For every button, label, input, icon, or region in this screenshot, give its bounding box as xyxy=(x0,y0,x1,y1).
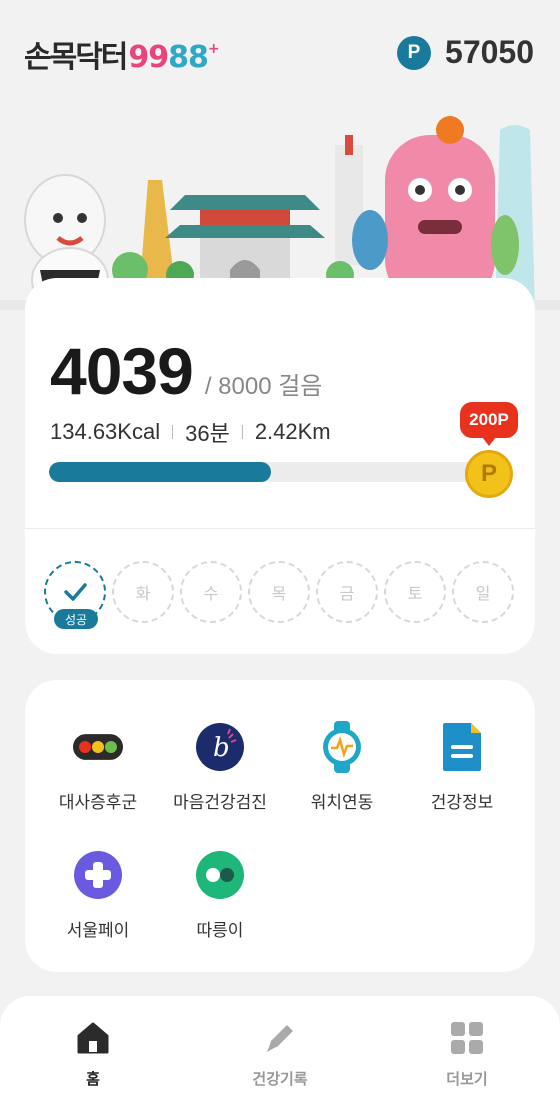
stat-separator xyxy=(172,425,174,439)
weekly-tracker: 성공 화 수 목 금 토 일 xyxy=(44,561,520,629)
day-saturday[interactable]: 토 xyxy=(384,561,446,623)
steps-card[interactable]: 4039 / 8000 걸음 134.63Kcal 36분 2.42Km 200… xyxy=(25,278,535,654)
grid-icon xyxy=(451,1022,483,1054)
step-progress-fill xyxy=(49,462,272,482)
menu-label: 대사증후군 xyxy=(58,793,138,813)
svg-text:b: b xyxy=(213,733,230,763)
logo-plus: + xyxy=(207,41,220,57)
orange-bird-mascot xyxy=(436,116,464,144)
menu-label: 워치연동 xyxy=(310,793,374,813)
pencil-icon xyxy=(267,1025,293,1052)
nav-records-label: 건강기록 xyxy=(252,1070,308,1088)
distance-value: 2.42Km xyxy=(254,419,331,444)
day-wednesday[interactable]: 수 xyxy=(180,561,242,623)
menu-watch-link[interactable]: 워치연동 xyxy=(282,721,402,813)
day-monday[interactable]: 성공 xyxy=(44,561,106,629)
green-dino-mascot xyxy=(491,215,519,275)
nav-home-label: 홈 xyxy=(86,1070,100,1088)
service-menu-card: 대사증후군 b 마음건강검진 워치연동 건강정보 서울페이 따릉이 xyxy=(25,680,535,972)
nav-more-label: 더보기 xyxy=(446,1070,488,1088)
palace-roof xyxy=(170,195,320,210)
points-icon: P xyxy=(397,35,432,70)
points-value: 57050 xyxy=(445,34,534,70)
menu-label: 서울페이 xyxy=(66,921,130,941)
watch-icon xyxy=(317,721,367,773)
nav-home[interactable]: 홈 xyxy=(33,1022,153,1089)
menu-mind-check[interactable]: b 마음건강검진 xyxy=(160,722,280,813)
step-goal: / 8000 걸음 xyxy=(204,373,323,400)
reward-bubble: 200P xyxy=(460,402,518,446)
step-count-row: 4039 / 8000 걸음 xyxy=(50,333,322,409)
menu-metabolic-syndrome[interactable]: 대사증후군 xyxy=(38,722,158,813)
day-tuesday[interactable]: 화 xyxy=(112,561,174,623)
check-icon xyxy=(64,583,87,601)
kcal-value: 134.63Kcal xyxy=(50,419,161,444)
logo-text: 손목닥터 xyxy=(24,40,128,75)
menu-label: 마음건강검진 xyxy=(173,793,267,813)
app-logo: 손목닥터 9988 + xyxy=(24,32,220,76)
day-friday[interactable]: 금 xyxy=(316,561,378,623)
menu-label: 따릉이 xyxy=(196,921,244,941)
nav-health-records[interactable]: 건강기록 xyxy=(220,1022,340,1089)
logo-number: 9988 xyxy=(128,40,208,75)
point-coin-button[interactable]: P xyxy=(465,450,513,498)
activity-stats: 134.63Kcal 36분 2.42Km xyxy=(50,416,331,448)
bike-icon xyxy=(195,850,245,900)
stat-separator xyxy=(241,425,243,439)
success-tag: 성공 xyxy=(54,609,98,629)
step-count: 4039 xyxy=(50,334,194,408)
card-divider xyxy=(25,528,535,529)
step-progress-bar xyxy=(49,462,489,482)
bottom-nav: 홈 건강기록 더보기 xyxy=(0,996,560,1094)
nav-more[interactable]: 더보기 xyxy=(407,1022,527,1089)
home-icon xyxy=(77,1022,109,1054)
menu-health-info[interactable]: 건강정보 xyxy=(402,722,522,813)
traffic-light-icon xyxy=(73,722,123,772)
menu-ddareungi[interactable]: 따릉이 xyxy=(160,850,280,941)
menu-seoul-pay[interactable]: 서울페이 xyxy=(38,850,158,941)
blue-dino-mascot xyxy=(352,210,388,270)
document-icon xyxy=(437,722,487,772)
points-display[interactable]: P 57050 xyxy=(397,34,534,71)
mind-check-icon: b xyxy=(195,722,245,772)
menu-label: 건강정보 xyxy=(430,793,494,813)
day-sunday[interactable]: 일 xyxy=(452,561,514,623)
day-thursday[interactable]: 목 xyxy=(248,561,310,623)
top-bar: 손목닥터 9988 + P 57050 xyxy=(0,0,560,105)
minutes-value: 36분 xyxy=(185,421,230,446)
seoul-pay-icon xyxy=(73,850,123,900)
